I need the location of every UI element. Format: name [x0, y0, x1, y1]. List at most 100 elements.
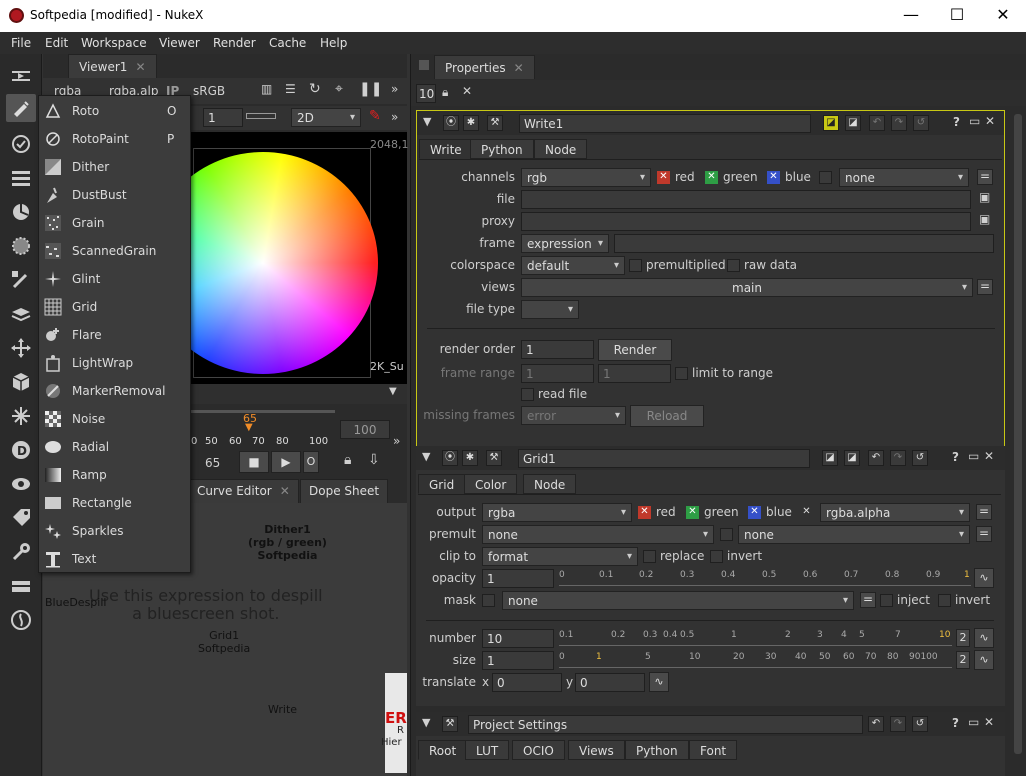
menu-item-noise[interactable]: Noise — [39, 405, 190, 433]
menu-item-dither[interactable]: Dither — [39, 153, 190, 181]
refresh-icon[interactable]: ↻ — [309, 81, 321, 97]
paint-icon[interactable]: ✎ — [369, 108, 381, 124]
clipto-dropdown[interactable]: format — [482, 547, 638, 566]
more-icon[interactable]: » — [391, 82, 398, 96]
scrollbar-thumb[interactable] — [1014, 114, 1022, 754]
size-animation-icon[interactable]: ∿ — [974, 650, 994, 670]
lock-properties-icon[interactable]: 🔒︎ — [442, 85, 448, 100]
project-wrench-icon[interactable]: ⚒ — [442, 716, 458, 732]
tab-lut[interactable]: LUT — [465, 740, 510, 760]
maximize-button[interactable]: ☐ — [934, 0, 980, 32]
draw-tool-icon[interactable] — [6, 94, 36, 122]
timeline-end-field[interactable]: 100 — [340, 420, 390, 439]
tab-dope-sheet[interactable]: Dope Sheet — [300, 479, 389, 503]
menu-item-markerremoval[interactable]: MarkerRemoval — [39, 377, 190, 405]
frame-o-button[interactable]: O — [303, 451, 319, 473]
grid-help-icon[interactable]: ? — [952, 450, 959, 464]
menu-item-lightwrap[interactable]: LightWrap — [39, 349, 190, 377]
time-tool-icon[interactable] — [6, 130, 36, 158]
menu-viewer[interactable]: Viewer — [159, 36, 200, 50]
limit-to-range-checkbox[interactable] — [675, 367, 688, 380]
viewer-mode-dropdown[interactable]: 2D — [291, 108, 361, 127]
tab-color[interactable]: Color — [464, 474, 518, 494]
blue-checkbox[interactable]: ✕ — [767, 171, 780, 184]
menu-item-rectangle[interactable]: Rectangle — [39, 489, 190, 517]
menu-file[interactable]: File — [11, 36, 31, 50]
menu-item-roto[interactable]: Roto O — [39, 97, 190, 125]
tab-root[interactable]: Root — [418, 740, 468, 760]
raw-data-checkbox[interactable] — [727, 259, 740, 272]
output-dropdown[interactable]: rgba — [482, 503, 632, 522]
node-center-icon[interactable]: ⦿ — [443, 115, 459, 131]
project-collapse-icon[interactable]: ▼ — [422, 716, 430, 729]
render-button[interactable]: Render — [598, 339, 672, 361]
redo-icon[interactable]: ↷ — [891, 115, 907, 131]
menu-cache[interactable]: Cache — [269, 36, 306, 50]
close-panel-icon[interactable]: ✕ — [985, 114, 995, 128]
grid-green-checkbox[interactable]: ✕ — [686, 506, 699, 519]
grid-collapse-icon[interactable]: ▼ — [422, 450, 430, 463]
grid-red-checkbox[interactable]: ✕ — [638, 506, 651, 519]
number-slider[interactable]: 0.1 0.2 0.3 0.4 0.5 1 2 3 4 5 7 10 — [559, 628, 952, 646]
grid-color-icon[interactable]: ◪ — [822, 450, 838, 466]
play-forward-button[interactable]: ▶ — [271, 451, 301, 473]
premult-link-button[interactable]: = — [976, 526, 992, 542]
menu-item-scannedgrain[interactable]: ScannedGrain — [39, 237, 190, 265]
file-browse-icon[interactable]: ▣ — [979, 190, 990, 204]
project-undo-icon[interactable]: ↶ — [868, 716, 884, 732]
menu-item-sparkles[interactable]: Sparkles — [39, 517, 190, 545]
3d-tool-icon[interactable] — [6, 368, 36, 396]
revert-icon[interactable]: ↺ — [913, 115, 929, 131]
views-dropdown[interactable]: main — [521, 278, 973, 297]
other-tool-icon[interactable] — [6, 572, 36, 600]
mask-checkbox[interactable] — [482, 594, 495, 607]
tab-grid[interactable]: Grid — [418, 474, 466, 494]
grid-wrench-icon[interactable]: ⚒ — [486, 450, 502, 466]
grid1-name-field[interactable]: Grid1 — [518, 449, 810, 468]
menu-item-dustbust[interactable]: DustBust — [39, 181, 190, 209]
frame-field[interactable]: 65 — [205, 456, 220, 470]
grid-close-icon[interactable]: ✕ — [984, 449, 994, 463]
menu-render[interactable]: Render — [213, 36, 256, 50]
project-float-icon[interactable]: ▭ — [968, 715, 979, 729]
reload-button[interactable]: Reload — [630, 405, 704, 427]
tab-viewer1[interactable]: Viewer1 ✕ — [68, 54, 157, 78]
number-count[interactable]: 2 — [956, 629, 970, 647]
output-link-button[interactable]: = — [976, 504, 992, 520]
tab-grid-node[interactable]: Node — [523, 474, 577, 494]
menu-item-text[interactable]: Text — [39, 545, 190, 573]
green-checkbox[interactable]: ✕ — [705, 171, 718, 184]
premultiplied-checkbox[interactable] — [629, 259, 642, 272]
tab-properties[interactable]: Properties ✕ — [434, 55, 535, 79]
project-help-icon[interactable]: ? — [952, 716, 959, 730]
float-icon[interactable]: ▭ — [969, 114, 980, 128]
file-field[interactable] — [521, 190, 971, 209]
error-node[interactable]: ER R Hier — [381, 673, 407, 773]
number-animation-icon[interactable]: ∿ — [974, 628, 994, 648]
tab-node[interactable]: Node — [534, 139, 588, 159]
menu-item-flare[interactable]: Flare — [39, 321, 190, 349]
alpha-dropdown[interactable]: none — [839, 168, 969, 187]
filetype-dropdown[interactable] — [521, 300, 579, 319]
channel-tool-icon[interactable] — [6, 164, 36, 192]
close-window-button[interactable]: ✕ — [980, 0, 1026, 32]
menu-item-glint[interactable]: Glint — [39, 265, 190, 293]
gain-slider[interactable] — [246, 113, 276, 119]
translate-y-field[interactable]: 0 — [575, 673, 645, 692]
grid-gl-color-icon[interactable]: ◪ — [844, 450, 860, 466]
tab-python[interactable]: Python — [470, 139, 534, 159]
menu-help[interactable]: Help — [320, 36, 347, 50]
menu-item-rotopaint[interactable]: RotoPaint P — [39, 125, 190, 153]
project-revert-icon[interactable]: ↺ — [912, 716, 928, 732]
size-field[interactable]: 1 — [482, 651, 554, 670]
max-panels-field[interactable]: 10 — [416, 84, 436, 103]
frame-expression-field[interactable] — [614, 234, 994, 253]
tab-write[interactable]: Write — [419, 139, 473, 159]
missing-frames-dropdown[interactable]: error — [521, 406, 626, 425]
info-dropdown-icon[interactable]: ▼ — [389, 386, 397, 397]
menu-item-ramp[interactable]: Ramp — [39, 461, 190, 489]
tab-font[interactable]: Font — [689, 740, 738, 760]
grid-center-icon[interactable]: ⦿ — [442, 450, 458, 466]
proxy-field[interactable] — [521, 212, 971, 231]
gain-field[interactable]: 1 — [203, 108, 243, 127]
